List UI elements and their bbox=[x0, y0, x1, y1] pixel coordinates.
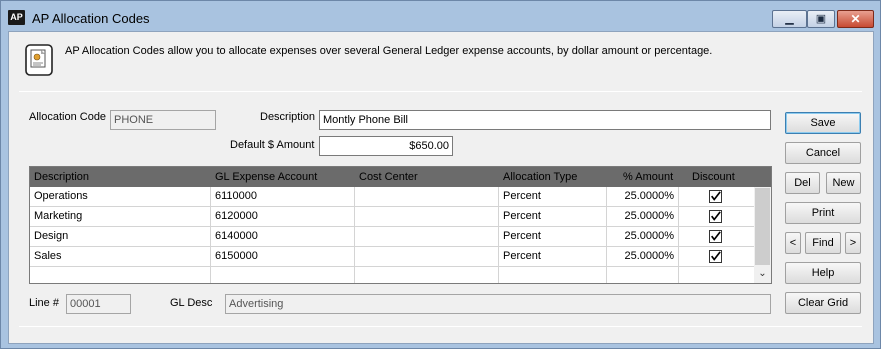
cell-allocation-type[interactable]: Percent bbox=[499, 207, 607, 227]
help-button[interactable]: Help bbox=[785, 262, 861, 284]
column-header-description[interactable]: Description bbox=[34, 167, 89, 187]
next-button[interactable]: > bbox=[845, 232, 861, 254]
maximize-icon: ▣ bbox=[815, 13, 827, 25]
table-row-empty[interactable] bbox=[30, 267, 754, 283]
line-number-label: Line # bbox=[29, 297, 59, 309]
allocation-code-label: Allocation Code bbox=[29, 111, 107, 123]
table-row[interactable]: Marketing 6120000 Percent 25.0000% bbox=[30, 207, 754, 227]
column-header-gl-expense-account[interactable]: GL Expense Account bbox=[215, 167, 317, 187]
cell-gl-account[interactable]: 6150000 bbox=[211, 247, 355, 267]
cell-description[interactable] bbox=[30, 267, 211, 283]
allocation-grid: Description GL Expense Account Cost Cent… bbox=[29, 166, 772, 284]
cell-discount[interactable] bbox=[679, 247, 754, 267]
document-info-icon bbox=[25, 44, 53, 76]
checkbox-checked-icon[interactable] bbox=[709, 210, 722, 223]
cell-allocation-type[interactable]: Percent bbox=[499, 187, 607, 207]
cell-discount[interactable] bbox=[679, 207, 754, 227]
table-row[interactable]: Design 6140000 Percent 25.0000% bbox=[30, 227, 754, 247]
cell-gl-account[interactable] bbox=[211, 267, 355, 283]
close-icon: ✕ bbox=[850, 12, 861, 26]
cell-cost-center[interactable] bbox=[355, 227, 499, 247]
default-amount-label: Default $ Amount bbox=[230, 139, 315, 151]
default-amount-field[interactable]: $650.00 bbox=[319, 136, 453, 156]
gl-desc-label: GL Desc bbox=[170, 297, 213, 309]
title-bar[interactable]: AP AP Allocation Codes ▁ ▣ ✕ bbox=[1, 1, 880, 31]
app-window: AP AP Allocation Codes ▁ ▣ ✕ AP Allocati… bbox=[0, 0, 881, 349]
grid-scrollbar[interactable]: ⌄ bbox=[754, 187, 771, 283]
line-number-field: 00001 bbox=[66, 294, 131, 314]
cell-allocation-type[interactable]: Percent bbox=[499, 247, 607, 267]
description-label: Description bbox=[260, 111, 316, 123]
find-button[interactable]: Find bbox=[805, 232, 841, 254]
cell-cost-center[interactable] bbox=[355, 207, 499, 227]
cell-discount[interactable] bbox=[679, 267, 754, 283]
allocation-code-field: PHONE bbox=[110, 110, 216, 130]
cell-cost-center[interactable] bbox=[355, 247, 499, 267]
previous-button[interactable]: < bbox=[785, 232, 801, 254]
cell-amount[interactable]: 25.0000% bbox=[607, 247, 679, 267]
cell-amount[interactable]: 25.0000% bbox=[607, 227, 679, 247]
window-title: AP Allocation Codes bbox=[32, 11, 150, 26]
new-button[interactable]: New bbox=[826, 172, 861, 194]
header-divider bbox=[19, 91, 862, 92]
minimize-button[interactable]: ▁ bbox=[772, 10, 807, 28]
info-description: AP Allocation Codes allow you to allocat… bbox=[65, 45, 713, 57]
cancel-button[interactable]: Cancel bbox=[785, 142, 861, 164]
grid-header: Description GL Expense Account Cost Cent… bbox=[30, 167, 771, 187]
cell-cost-center[interactable] bbox=[355, 267, 499, 283]
clear-grid-button[interactable]: Clear Grid bbox=[785, 292, 861, 314]
cell-description[interactable]: Marketing bbox=[30, 207, 211, 227]
cell-allocation-type[interactable]: Percent bbox=[499, 227, 607, 247]
cell-amount[interactable] bbox=[607, 267, 679, 283]
maximize-button[interactable]: ▣ bbox=[807, 10, 835, 28]
column-header-discount[interactable]: Discount bbox=[692, 167, 735, 187]
gl-desc-field: Advertising bbox=[225, 294, 771, 314]
checkbox-checked-icon[interactable] bbox=[709, 250, 722, 263]
scrollbar-thumb[interactable] bbox=[755, 188, 770, 265]
table-row[interactable]: Sales 6150000 Percent 25.0000% bbox=[30, 247, 754, 267]
cell-description[interactable]: Design bbox=[30, 227, 211, 247]
column-header-amount[interactable]: % Amount bbox=[623, 167, 673, 187]
cell-discount[interactable] bbox=[679, 227, 754, 247]
footer-divider bbox=[19, 326, 862, 327]
close-button[interactable]: ✕ bbox=[837, 10, 874, 28]
cell-gl-account[interactable]: 6110000 bbox=[211, 187, 355, 207]
dialog-body: AP Allocation Codes allow you to allocat… bbox=[8, 31, 874, 344]
cell-amount[interactable]: 25.0000% bbox=[607, 207, 679, 227]
minimize-icon: ▁ bbox=[785, 13, 794, 25]
app-icon: AP bbox=[8, 10, 25, 25]
checkbox-checked-icon[interactable] bbox=[709, 190, 722, 203]
delete-button[interactable]: Del bbox=[785, 172, 820, 194]
column-header-allocation-type[interactable]: Allocation Type bbox=[503, 167, 577, 187]
cell-description[interactable]: Sales bbox=[30, 247, 211, 267]
cell-gl-account[interactable]: 6140000 bbox=[211, 227, 355, 247]
cell-amount[interactable]: 25.0000% bbox=[607, 187, 679, 207]
scroll-down-icon[interactable]: ⌄ bbox=[754, 265, 771, 283]
column-header-cost-center[interactable]: Cost Center bbox=[359, 167, 418, 187]
cell-description[interactable]: Operations bbox=[30, 187, 211, 207]
print-button[interactable]: Print bbox=[785, 202, 861, 224]
description-field[interactable]: Montly Phone Bill bbox=[319, 110, 771, 130]
checkbox-checked-icon[interactable] bbox=[709, 230, 722, 243]
table-row[interactable]: Operations 6110000 Percent 25.0000% bbox=[30, 187, 754, 207]
cell-cost-center[interactable] bbox=[355, 187, 499, 207]
cell-gl-account[interactable]: 6120000 bbox=[211, 207, 355, 227]
cell-allocation-type[interactable] bbox=[499, 267, 607, 283]
save-button[interactable]: Save bbox=[785, 112, 861, 134]
cell-discount[interactable] bbox=[679, 187, 754, 207]
